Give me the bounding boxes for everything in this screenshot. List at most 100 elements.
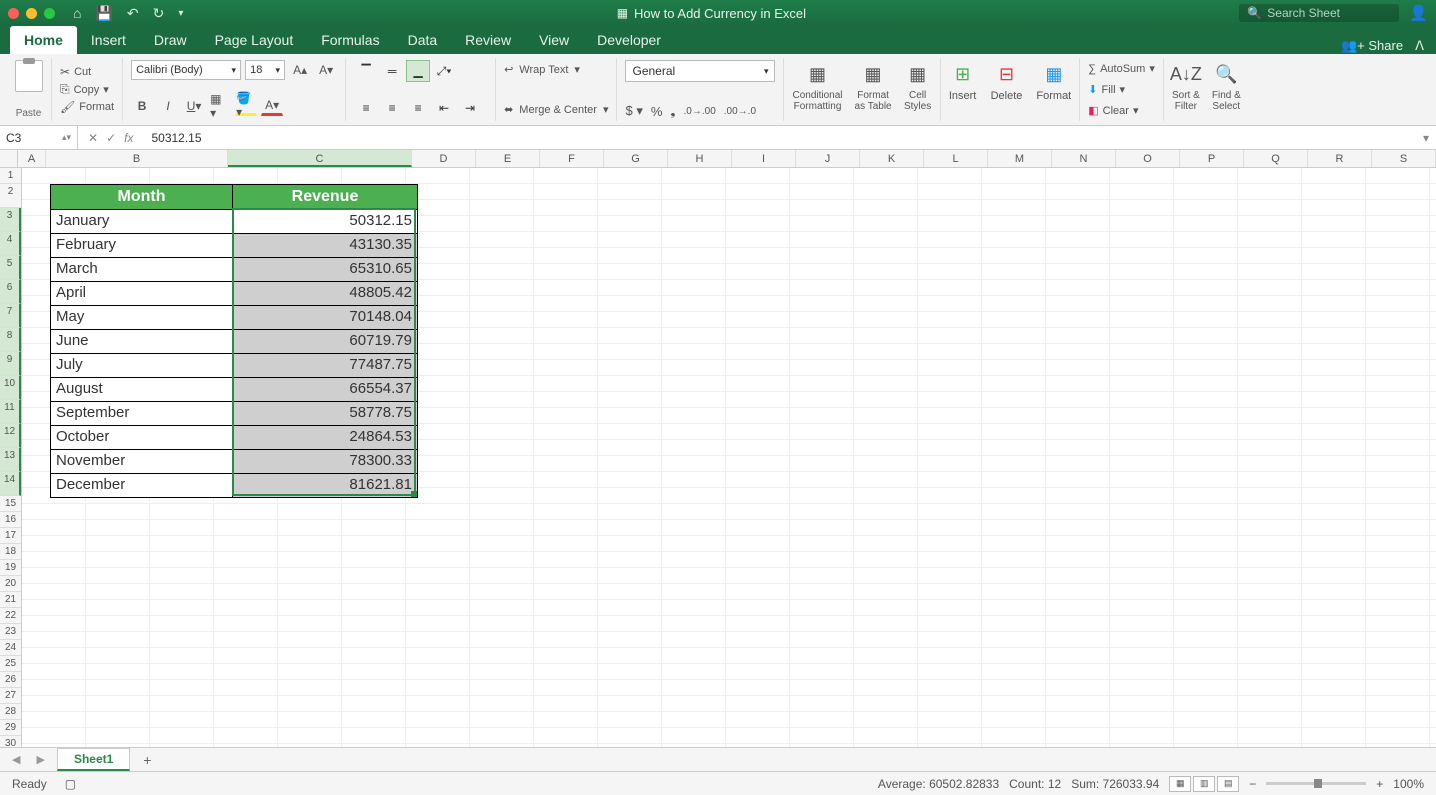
- page-break-view-icon[interactable]: ▤: [1217, 776, 1239, 792]
- col-header-P[interactable]: P: [1180, 150, 1244, 167]
- sort-filter-button[interactable]: A↓ZSort & Filter: [1172, 60, 1200, 112]
- row-header-14[interactable]: 14: [0, 472, 21, 496]
- row-header-13[interactable]: 13: [0, 448, 21, 472]
- col-header-O[interactable]: O: [1116, 150, 1180, 167]
- row-header-8[interactable]: 8: [0, 328, 21, 352]
- autosum-button[interactable]: ∑ AutoSum ▾: [1088, 60, 1155, 77]
- row-header-12[interactable]: 12: [0, 424, 21, 448]
- ribbon-tab-developer[interactable]: Developer: [583, 26, 675, 54]
- col-header-G[interactable]: G: [604, 150, 668, 167]
- row-header-6[interactable]: 6: [0, 280, 21, 304]
- col-header-B[interactable]: B: [46, 150, 228, 167]
- cell-month[interactable]: December: [51, 474, 233, 497]
- number-format-select[interactable]: General▾: [625, 60, 775, 82]
- cell-month[interactable]: September: [51, 402, 233, 425]
- cells-area[interactable]: Month Revenue January50312.15February431…: [22, 168, 1436, 747]
- col-header-A[interactable]: A: [18, 150, 46, 167]
- ribbon-tab-review[interactable]: Review: [451, 26, 525, 54]
- paste-icon[interactable]: [15, 60, 43, 92]
- font-size-select[interactable]: 18▾: [245, 60, 285, 80]
- find-select-button[interactable]: 🔍Find & Select: [1212, 60, 1241, 112]
- row-header-9[interactable]: 9: [0, 352, 21, 376]
- row-header-15[interactable]: 15: [0, 496, 21, 512]
- format-button[interactable]: ▦Format: [1036, 60, 1071, 102]
- row-header-4[interactable]: 4: [0, 232, 21, 256]
- zoom-level[interactable]: 100%: [1393, 777, 1424, 791]
- align-top-icon[interactable]: ▔: [354, 60, 378, 82]
- row-header-26[interactable]: 26: [0, 672, 21, 688]
- cell-month[interactable]: March: [51, 258, 233, 281]
- insert-button[interactable]: ⊞Insert: [949, 60, 977, 102]
- fill-button[interactable]: ⬇ Fill ▾: [1088, 81, 1155, 98]
- sheet-tab-1[interactable]: Sheet1: [57, 748, 130, 771]
- percent-icon[interactable]: %: [651, 104, 663, 119]
- redo-icon[interactable]: ↻: [153, 5, 165, 22]
- row-header-1[interactable]: 1: [0, 168, 21, 184]
- cancel-formula-icon[interactable]: ✕: [88, 131, 98, 145]
- col-header-N[interactable]: N: [1052, 150, 1116, 167]
- row-header-22[interactable]: 22: [0, 608, 21, 624]
- col-header-S[interactable]: S: [1372, 150, 1436, 167]
- enter-formula-icon[interactable]: ✓: [106, 131, 116, 145]
- cell-revenue[interactable]: 58778.75: [233, 402, 417, 425]
- row-header-7[interactable]: 7: [0, 304, 21, 328]
- cell-revenue[interactable]: 66554.37: [233, 378, 417, 401]
- paste-button[interactable]: Paste: [16, 108, 42, 119]
- row-header-10[interactable]: 10: [0, 376, 21, 400]
- decrease-font-icon[interactable]: A▾: [315, 60, 337, 80]
- col-header-I[interactable]: I: [732, 150, 796, 167]
- increase-font-icon[interactable]: A▴: [289, 60, 311, 80]
- name-box[interactable]: C3▴▾: [0, 126, 78, 149]
- font-color-button[interactable]: A▾: [261, 96, 283, 116]
- col-header-K[interactable]: K: [860, 150, 924, 167]
- cut-button[interactable]: ✂Cut: [60, 65, 114, 79]
- ribbon-tab-home[interactable]: Home: [10, 26, 77, 54]
- decrease-decimal-icon[interactable]: .00→.0: [724, 106, 756, 117]
- table-header-revenue[interactable]: Revenue: [233, 185, 417, 209]
- minimize-window-icon[interactable]: [26, 8, 37, 19]
- close-window-icon[interactable]: [8, 8, 19, 19]
- ribbon-tab-draw[interactable]: Draw: [140, 26, 201, 54]
- undo-icon[interactable]: ↶: [127, 5, 139, 22]
- row-header-18[interactable]: 18: [0, 544, 21, 560]
- row-header-5[interactable]: 5: [0, 256, 21, 280]
- zoom-slider[interactable]: [1266, 782, 1366, 785]
- border-button[interactable]: ▦ ▾: [209, 96, 231, 116]
- cell-revenue[interactable]: 24864.53: [233, 426, 417, 449]
- row-header-2[interactable]: 2: [0, 184, 21, 208]
- col-header-R[interactable]: R: [1308, 150, 1372, 167]
- zoom-in-icon[interactable]: +: [1376, 777, 1383, 791]
- conditional-formatting-button[interactable]: ▦Conditional Formatting: [792, 60, 842, 112]
- cell-revenue[interactable]: 60719.79: [233, 330, 417, 353]
- prev-sheet-icon[interactable]: ◀: [8, 753, 24, 766]
- ribbon-tab-formulas[interactable]: Formulas: [307, 26, 393, 54]
- cell-revenue[interactable]: 50312.15: [233, 210, 417, 233]
- row-header-29[interactable]: 29: [0, 720, 21, 736]
- row-header-23[interactable]: 23: [0, 624, 21, 640]
- align-bottom-icon[interactable]: ▁: [406, 60, 430, 82]
- col-header-F[interactable]: F: [540, 150, 604, 167]
- font-name-select[interactable]: Calibri (Body)▾: [131, 60, 241, 80]
- row-header-28[interactable]: 28: [0, 704, 21, 720]
- col-header-L[interactable]: L: [924, 150, 988, 167]
- row-header-27[interactable]: 27: [0, 688, 21, 704]
- cell-revenue[interactable]: 77487.75: [233, 354, 417, 377]
- row-header-25[interactable]: 25: [0, 656, 21, 672]
- align-middle-icon[interactable]: ═: [380, 60, 404, 82]
- col-header-Q[interactable]: Q: [1244, 150, 1308, 167]
- cell-revenue[interactable]: 70148.04: [233, 306, 417, 329]
- home-icon[interactable]: ⌂: [73, 5, 81, 21]
- row-header-20[interactable]: 20: [0, 576, 21, 592]
- cell-revenue[interactable]: 78300.33: [233, 450, 417, 473]
- search-sheet-input[interactable]: 🔍 Search Sheet: [1239, 4, 1399, 22]
- cell-month[interactable]: November: [51, 450, 233, 473]
- collapse-ribbon-icon[interactable]: ᐱ: [1415, 38, 1424, 54]
- format-as-table-button[interactable]: ▦Format as Table: [855, 60, 892, 112]
- cell-month[interactable]: August: [51, 378, 233, 401]
- page-layout-view-icon[interactable]: ▥: [1193, 776, 1215, 792]
- clear-button[interactable]: ◧ Clear ▾: [1088, 102, 1155, 119]
- cell-month[interactable]: February: [51, 234, 233, 257]
- cell-month[interactable]: July: [51, 354, 233, 377]
- ribbon-tab-data[interactable]: Data: [394, 26, 452, 54]
- col-header-E[interactable]: E: [476, 150, 540, 167]
